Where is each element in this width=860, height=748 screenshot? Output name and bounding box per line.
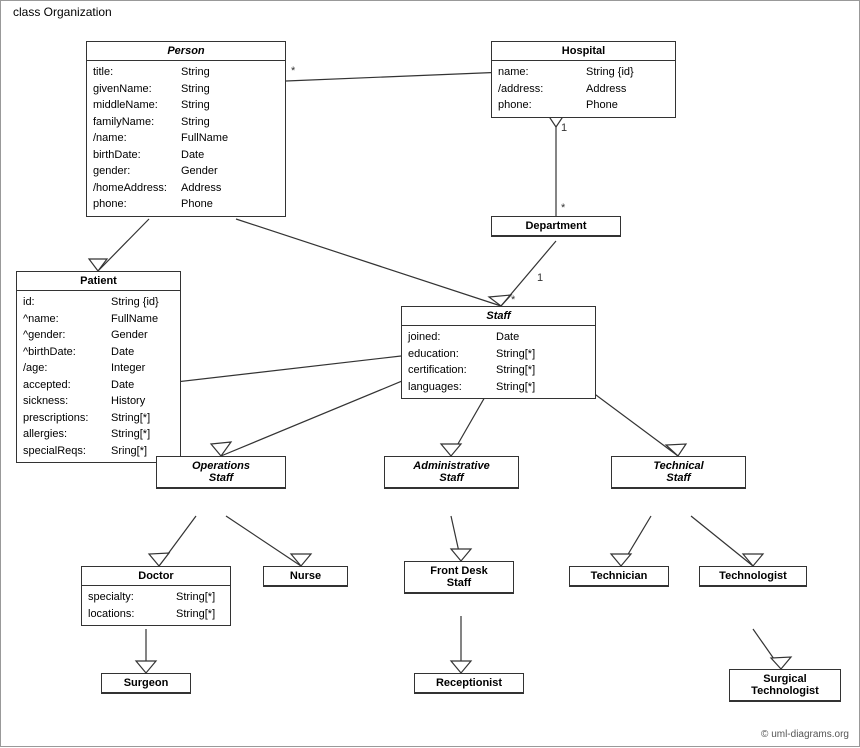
class-receptionist-header: Receptionist (415, 674, 523, 693)
class-technician-header: Technician (570, 567, 668, 586)
class-admin-staff-header: AdministrativeStaff (385, 457, 518, 488)
class-department: Department (491, 216, 621, 237)
class-tech-staff: TechnicalStaff (611, 456, 746, 489)
class-hospital-body: name:String {id} /address:Address phone:… (492, 61, 675, 117)
class-nurse: Nurse (263, 566, 348, 587)
class-staff-body: joined:Date education:String[*] certific… (402, 326, 595, 398)
class-staff-header: Staff (402, 307, 595, 326)
class-nurse-header: Nurse (264, 567, 347, 586)
class-receptionist: Receptionist (414, 673, 524, 694)
class-surgical-tech: SurgicalTechnologist (729, 669, 841, 702)
class-person-body: title:String givenName:String middleName… (87, 61, 285, 216)
class-admin-staff: AdministrativeStaff (384, 456, 519, 489)
class-doctor-header: Doctor (82, 567, 230, 586)
class-patient: Patient id:String {id} ^name:FullName ^g… (16, 271, 181, 463)
class-surgeon: Surgeon (101, 673, 191, 694)
class-patient-header: Patient (17, 272, 180, 291)
class-doctor-body: specialty:String[*] locations:String[*] (82, 586, 230, 625)
class-hospital: Hospital name:String {id} /address:Addre… (491, 41, 676, 118)
class-hospital-header: Hospital (492, 42, 675, 61)
class-operations-staff: OperationsStaff (156, 456, 286, 489)
class-surgical-tech-header: SurgicalTechnologist (730, 670, 840, 701)
class-person-header: Person (87, 42, 285, 61)
class-person: Person title:String givenName:String mid… (86, 41, 286, 217)
class-front-desk: Front DeskStaff (404, 561, 514, 594)
class-surgeon-header: Surgeon (102, 674, 190, 693)
class-department-header: Department (492, 217, 620, 236)
class-staff: Staff joined:Date education:String[*] ce… (401, 306, 596, 399)
class-technologist: Technologist (699, 566, 807, 587)
diagram-title: class Organization (9, 5, 116, 19)
svg-text:1: 1 (561, 122, 567, 134)
class-front-desk-header: Front DeskStaff (405, 562, 513, 593)
diagram-container: class Organization (0, 0, 860, 747)
class-doctor: Doctor specialty:String[*] locations:Str… (81, 566, 231, 626)
svg-text:*: * (291, 65, 296, 77)
class-technologist-header: Technologist (700, 567, 806, 586)
class-patient-body: id:String {id} ^name:FullName ^gender:Ge… (17, 291, 180, 462)
svg-text:1: 1 (537, 272, 543, 284)
class-operations-staff-header: OperationsStaff (157, 457, 285, 488)
svg-text:*: * (511, 294, 516, 306)
svg-text:*: * (561, 202, 566, 214)
copyright: © uml-diagrams.org (761, 729, 849, 740)
class-tech-staff-header: TechnicalStaff (612, 457, 745, 488)
class-technician: Technician (569, 566, 669, 587)
